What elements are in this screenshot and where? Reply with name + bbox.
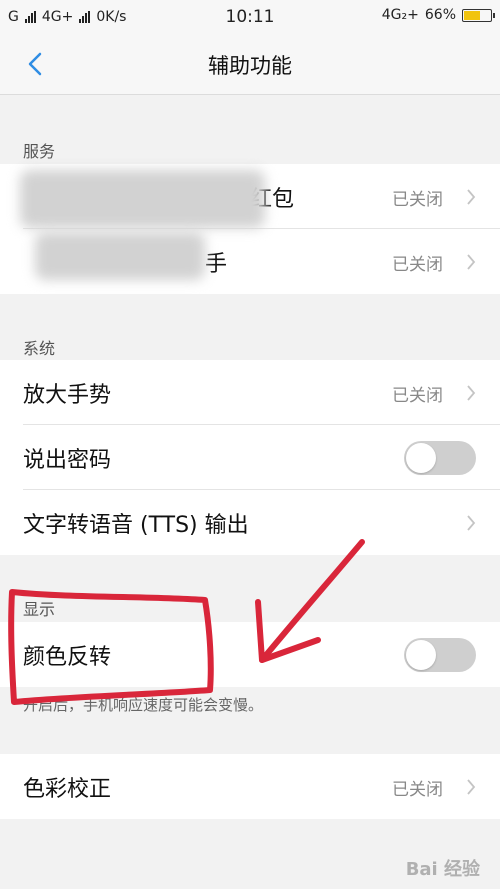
nav-header: 辅助功能 [0,34,500,95]
row-label: 颜色反转 [23,645,112,670]
page-title: 辅助功能 [208,54,292,78]
chevron-right-icon [467,254,476,270]
row-label: 说出密码 [23,448,112,473]
row-label: 文字转语音 (TTS) 输出 [23,513,249,538]
blurred-region [20,170,265,228]
list-item-color-correction[interactable]: 色彩校正 已关闭 [0,754,500,819]
network-type: 4G₂+ [381,7,419,23]
chevron-right-icon [467,515,476,531]
battery-icon [462,8,495,22]
row-label: 放大手势 [23,383,112,408]
status-right: 4G₂+ 66% [381,7,495,23]
section-label-display: 显示 [23,600,56,619]
list-item-magnify-gesture[interactable]: 放大手势 已关闭 [0,360,500,425]
list-item-color-inversion[interactable]: 颜色反转 [0,622,500,687]
hint-text: 开启后，手机响应速度可能会变慢。 [23,696,264,714]
row-label: 手 [205,252,228,277]
battery-percent: 66% [424,7,456,23]
color-inversion-toggle[interactable] [404,638,476,672]
list-item-speak-password[interactable]: 说出密码 [0,425,500,490]
group-color-correction: 色彩校正 已关闭 [0,754,500,819]
chevron-right-icon [467,385,476,401]
row-status: 已关闭 [392,780,443,800]
toggle-knob [406,443,436,473]
section-label-services: 服务 [23,142,56,161]
row-status: 已关闭 [392,190,443,210]
list-item-tts-output[interactable]: 文字转语音 (TTS) 输出 [0,490,500,555]
section-label-system: 系统 [23,339,56,358]
chevron-right-icon [467,779,476,795]
row-label: 色彩校正 [23,777,112,802]
status-bar: G 4G+ 0K/s 10:11 4G₂+ 66% [0,0,500,34]
speak-password-toggle[interactable] [404,441,476,475]
chevron-right-icon [467,189,476,205]
row-status: 已关闭 [392,386,443,406]
group-system: 放大手势 已关闭 说出密码 文字转语音 (TTS) 输出 [0,360,500,555]
blurred-region [35,232,205,280]
group-display: 颜色反转 [0,622,500,687]
watermark-logo: Bai 经验 [405,859,480,880]
toggle-knob [406,640,436,670]
row-status: 已关闭 [392,255,443,275]
